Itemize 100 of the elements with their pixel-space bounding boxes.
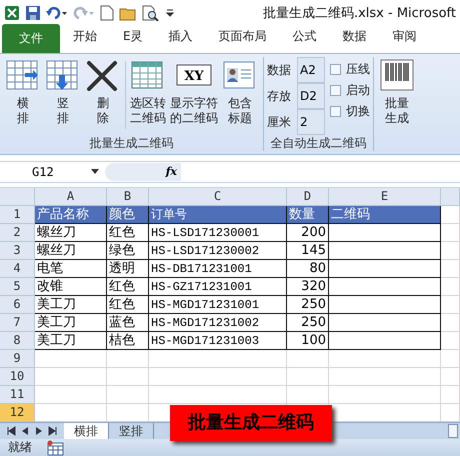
grid-right-arrow-icon [5,59,41,91]
ribbon-button[interactable]: 横 排 [3,57,43,135]
barcode-icon [379,59,415,91]
macro-record-icon[interactable] [46,440,64,456]
row-header[interactable]: 6 [0,296,35,314]
ribbon-tab[interactable]: 公式 [280,28,330,53]
table-cell [35,386,107,404]
table-cell [287,368,329,386]
undo-icon[interactable] [46,4,68,20]
checkbox[interactable] [330,85,341,96]
table-cell: 订单号 [149,206,287,224]
spreadsheet-logo-icon[interactable] [4,4,20,20]
table-cell: HS-MGD171231001 [149,296,287,314]
row-header[interactable]: 4 [0,260,35,278]
ribbon-tab[interactable]: 审阅 [380,28,430,53]
table-cell: HS-LSD171230001 [149,224,287,242]
table-cell [441,260,460,278]
save-icon[interactable] [25,4,41,20]
row-header[interactable]: 10 [0,368,35,386]
file-menu-button[interactable]: 文件 [2,24,60,53]
group-label: 批量生成二维码 [88,135,174,152]
table-cell: 螺丝刀 [35,224,107,242]
ribbon-button[interactable]: 选区转 二维码 [128,57,168,135]
table-cell: 145 [287,242,329,260]
table-cell: 透明 [107,260,149,278]
input-field[interactable]: 2 [297,109,325,135]
column-header[interactable]: D [287,188,329,206]
table-cell [441,350,460,368]
checkbox-label: 切换 [346,103,370,120]
column-header[interactable]: C [149,188,287,206]
row-header[interactable]: 3 [0,242,35,260]
caption-banner: 批量生成二维码 [170,405,332,441]
input-field[interactable]: D2 [297,83,325,109]
column-header[interactable]: E [329,188,441,206]
table-cell: 红色 [107,278,149,296]
column-header[interactable]: A [35,188,107,206]
ribbon-button[interactable]: 批量 生成 [377,57,417,154]
row-header[interactable]: 5 [0,278,35,296]
table-cell [287,386,329,404]
table-cell [441,368,460,386]
table-cell [35,350,107,368]
last-sheet-icon[interactable] [48,426,58,436]
table-cell [35,368,107,386]
table-cell [107,386,149,404]
checkbox[interactable] [330,106,341,117]
print-preview-icon[interactable] [142,4,160,20]
table-cell: 数量 [287,206,329,224]
table-cell: HS-DB171231001 [149,260,287,278]
ribbon-tab[interactable]: 开始 [60,28,110,53]
table-cell: 螺丝刀 [35,242,107,260]
sheet-tab[interactable]: 横排 [64,423,109,439]
status-text: 就绪 [8,439,32,456]
table-cell: 80 [287,260,329,278]
previous-sheet-icon[interactable] [20,426,30,436]
ribbon-button[interactable]: 删 除 [83,57,123,135]
table-cell: 美工刀 [35,332,107,350]
field-label: 厘米 [267,114,292,130]
ribbon-tab[interactable]: 数据 [330,28,380,53]
first-sheet-icon[interactable] [6,426,16,436]
row-header[interactable]: 7 [0,314,35,332]
table-cell: HS-LSD171230002 [149,242,287,260]
table-cell [441,314,460,332]
column-header[interactable]: B [107,188,149,206]
ribbon-tab[interactable]: E灵 [110,28,156,53]
table-cell: 100 [287,332,329,350]
table-cell: 颜色 [107,206,149,224]
ribbon-button[interactable]: 包含 标题 [220,57,260,135]
row-header[interactable]: 12 [0,404,35,422]
horizontal-scrollbar[interactable] [448,424,458,438]
ribbon-tab[interactable]: 页面布局 [206,28,280,53]
table-cell: 桔色 [107,332,149,350]
row-header[interactable]: 9 [0,350,35,368]
table-cell [441,278,460,296]
next-sheet-icon[interactable] [34,426,44,436]
table-cell [107,368,149,386]
table-cell: 二维码 [329,206,441,224]
table-cell: 电笔 [35,260,107,278]
input-field[interactable]: A2 [297,57,325,83]
table-cell: 绿色 [107,242,149,260]
table-cell: 美工刀 [35,314,107,332]
table-cell: 美工刀 [35,296,107,314]
dropdown-caret-icon [91,169,99,175]
table-cell: 200 [287,224,329,242]
row-header[interactable]: 2 [0,224,35,242]
table-cell: HS-GZ171231001 [149,278,287,296]
ribbon-button[interactable]: 竖 排 [43,57,83,135]
row-header[interactable]: 11 [0,386,35,404]
insert-function-button[interactable]: fx [105,163,181,181]
ribbon-tab[interactable]: 插入 [156,28,206,53]
table-cell: 红色 [107,296,149,314]
new-document-icon[interactable] [100,4,114,20]
ribbon-button[interactable]: XY 显示字符 的二维码 [168,57,220,135]
checkbox-label: 启动 [346,82,370,99]
row-header[interactable]: 8 [0,332,35,350]
checkbox[interactable] [330,64,341,75]
name-box[interactable]: G12 [0,165,105,179]
row-header[interactable]: 1 [0,206,35,224]
table-cell: 250 [287,314,329,332]
table-cell: 改锥 [35,278,107,296]
field-label: 存放 [267,88,292,104]
